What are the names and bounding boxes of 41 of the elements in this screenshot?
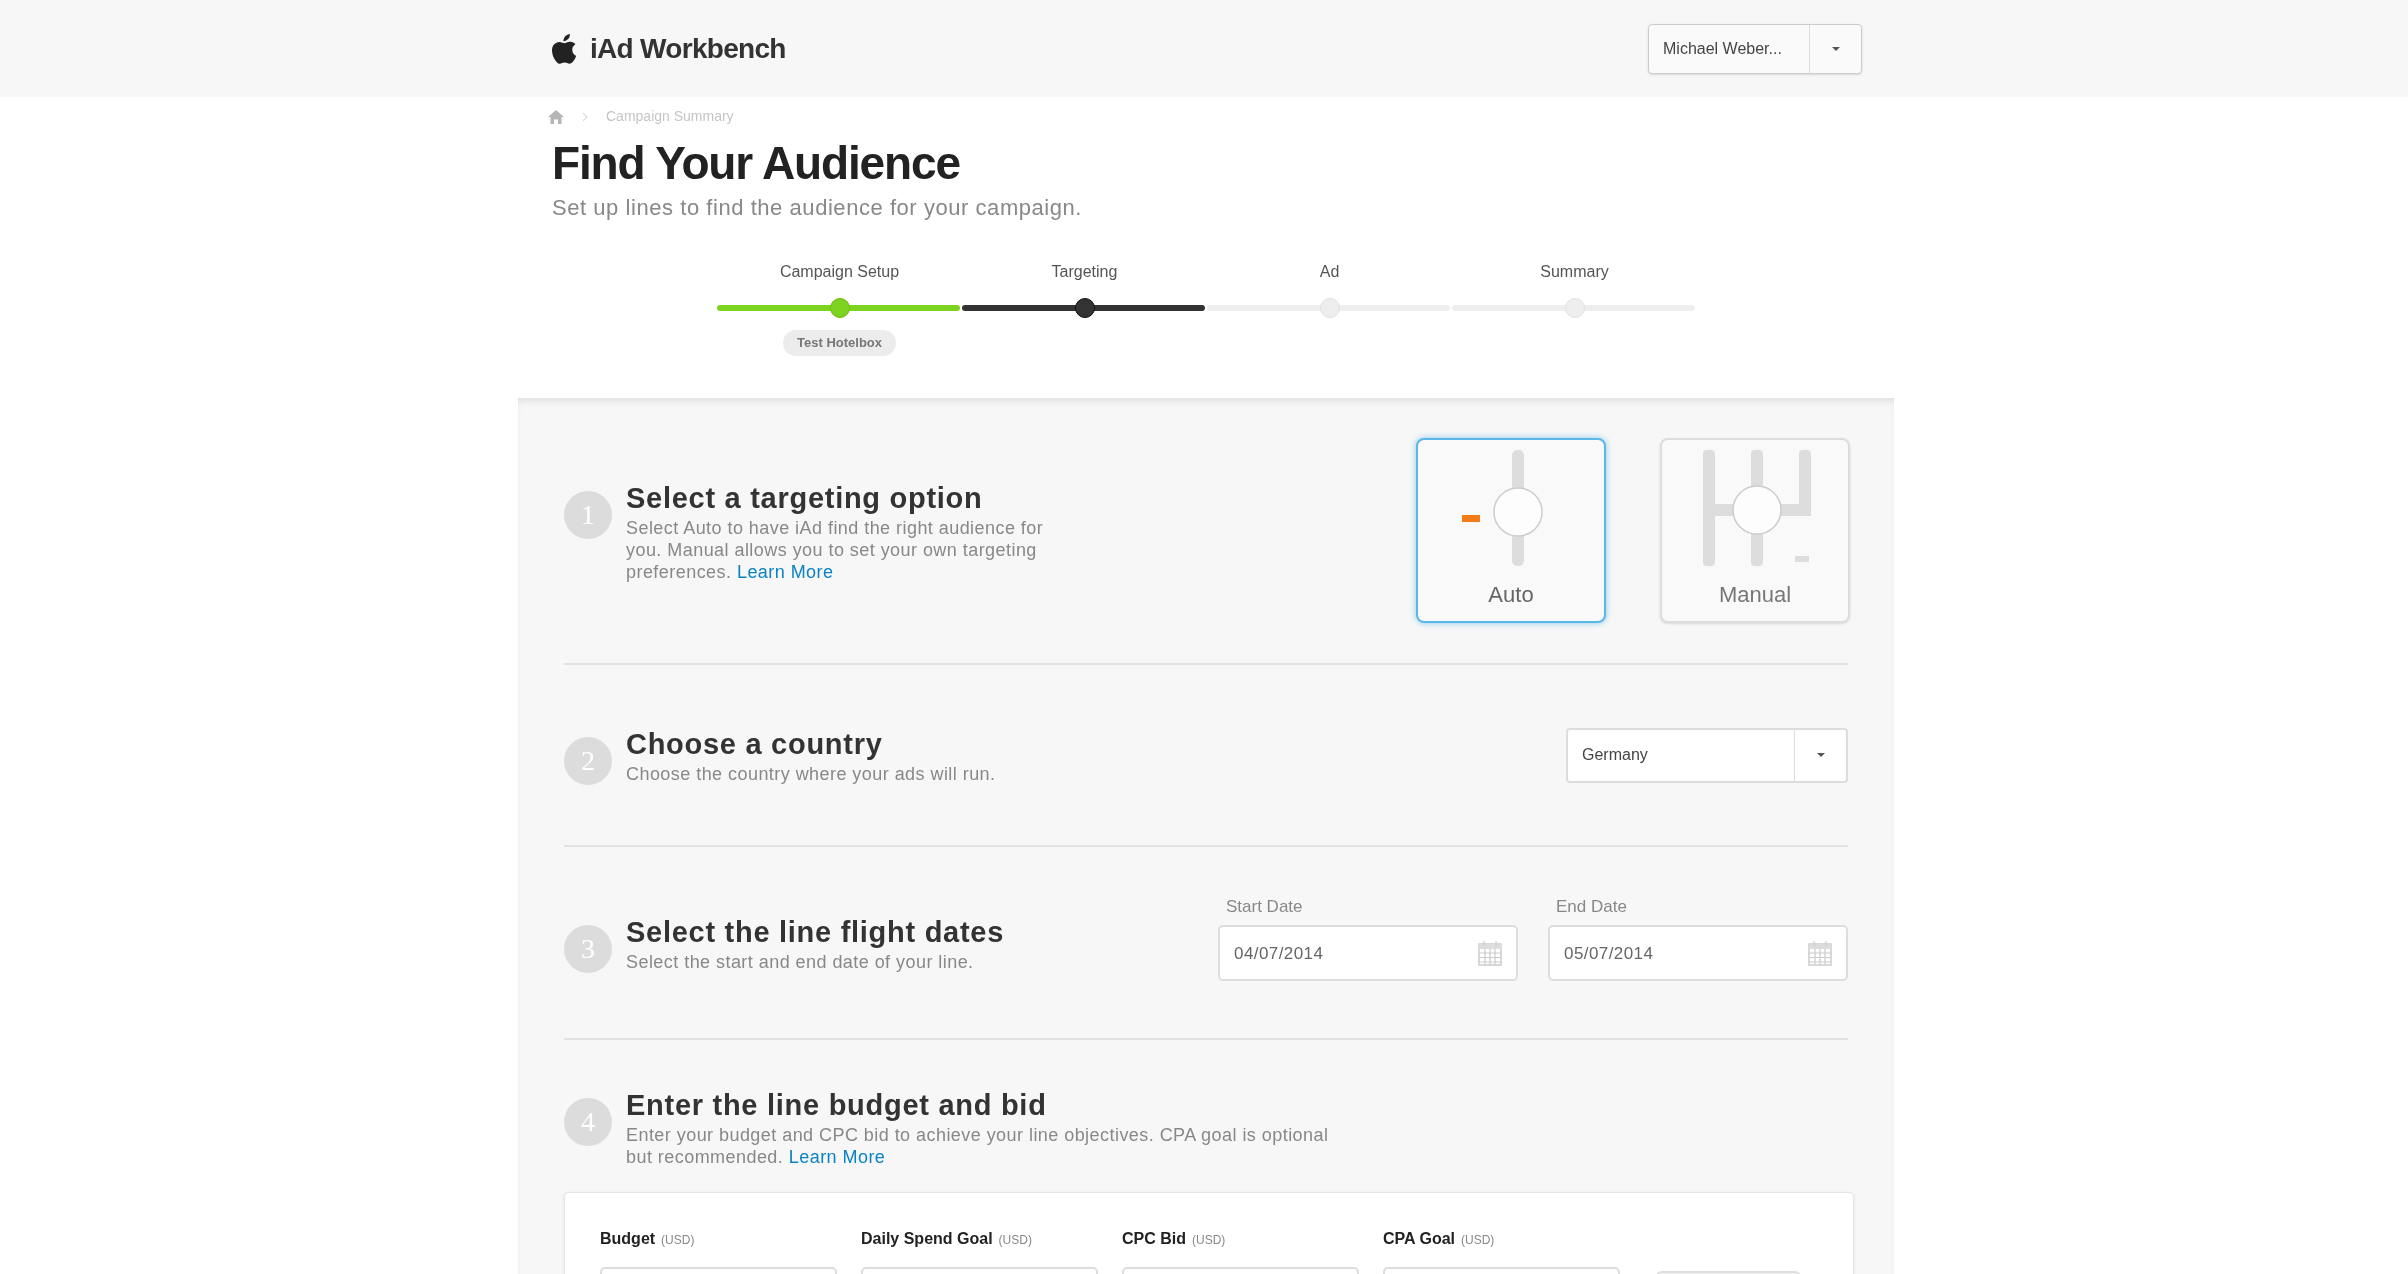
campaign-badge: Test Hotelbox: [783, 330, 896, 356]
currency-unit: (USD): [998, 1232, 1032, 1249]
section-title: Enter the line budget and bid: [626, 1088, 1048, 1123]
field-label: Budget: [600, 1229, 656, 1249]
field-label: End Date: [1555, 895, 1628, 918]
section-title: Select the line flight dates: [626, 914, 1005, 950]
targeting-option-card[interactable]: Manual: [1660, 438, 1850, 623]
date-input-field[interactable]: 04/07/2014: [1218, 925, 1518, 982]
section-description: Select Auto to have iAd find the right audience for you. Manual allows you to set your own targeting preferences. Learn More: [626, 516, 1045, 583]
user-menu-dropdown[interactable]: Michael Weber...: [1648, 23, 1862, 74]
apple-logo-icon: [552, 33, 578, 64]
step-label[interactable]: Summary: [1540, 260, 1609, 286]
currency-unit: (USD): [1192, 1232, 1226, 1249]
field-label: CPC Bid: [1122, 1229, 1186, 1249]
caret-icon: [1830, 45, 1841, 52]
calendar-icon[interactable]: [1478, 940, 1502, 967]
step-label[interactable]: Campaign Setup: [779, 260, 900, 286]
step-label[interactable]: Targeting: [1051, 260, 1118, 286]
section-description: Choose the country where your ads will run.: [626, 763, 996, 785]
section-description: Select the start and end date of your line.: [626, 950, 975, 973]
field-label: Start Date: [1225, 895, 1304, 918]
chevron-icon: [582, 111, 588, 122]
section-title: Select a targeting option: [626, 480, 984, 516]
field-label: CPA Goal: [1383, 1229, 1455, 1249]
step-label[interactable]: Ad: [1319, 260, 1340, 286]
learn-more-link[interactable]: Learn More: [736, 561, 834, 582]
section-description: Enter your budget and CPC bid to achieve your line objectives. CPA goal is optional but recommended. Learn More: [626, 1124, 1330, 1168]
country-dropdown[interactable]: Germany: [1566, 727, 1848, 783]
page-subtitle: Set up lines to find the audience for your campaign.: [552, 194, 1084, 222]
currency-unit: (USD): [661, 1232, 695, 1249]
date-input-field[interactable]: 05/07/2014: [1548, 925, 1848, 982]
targeting-option-card[interactable]: Auto: [1416, 438, 1606, 623]
learn-more-link[interactable]: Learn More: [788, 1147, 886, 1167]
currency-unit: (USD): [1461, 1232, 1495, 1249]
field-label: Daily Spend Goal: [861, 1229, 993, 1249]
calendar-icon[interactable]: [1808, 940, 1832, 967]
section-title: Choose a country: [626, 727, 884, 762]
home-icon[interactable]: [548, 109, 564, 124]
app-title: iAd Workbench: [590, 31, 786, 66]
page-title: Find Your Audience: [552, 136, 961, 191]
caret-icon: [1815, 752, 1826, 758]
